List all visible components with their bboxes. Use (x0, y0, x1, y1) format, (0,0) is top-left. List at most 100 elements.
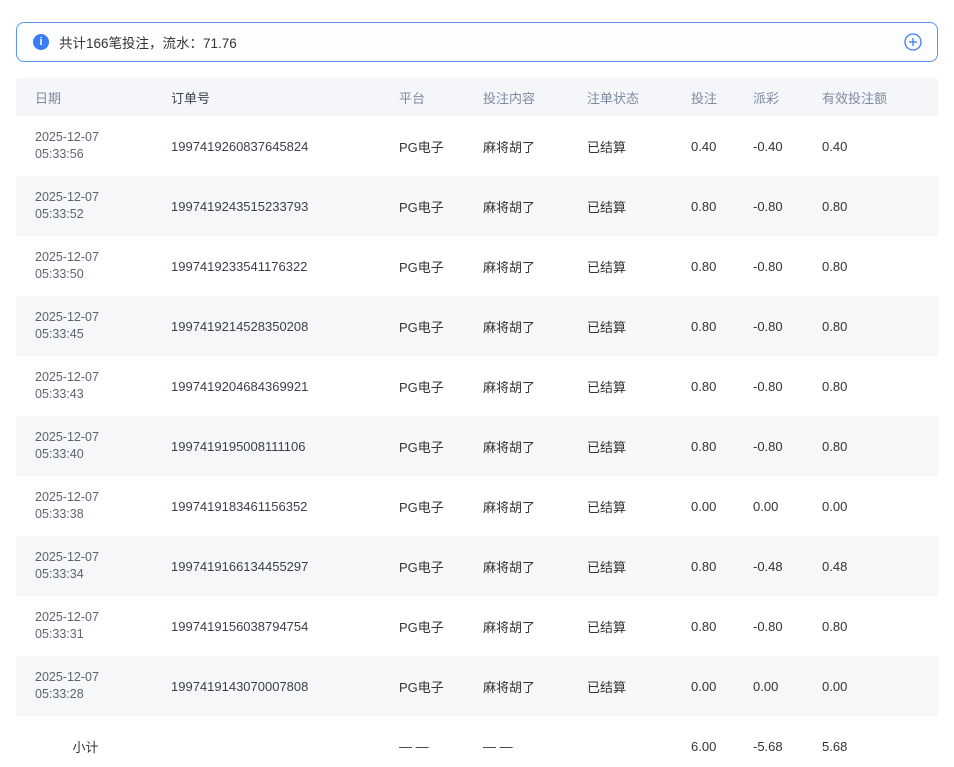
cell-date-day: 2025-12-07 (35, 369, 155, 386)
cell-valid-bet: 0.80 (806, 439, 938, 454)
cell-date-time: 05:33:50 (35, 266, 155, 283)
cell-date-time: 05:33:43 (35, 386, 155, 403)
cell-date-day: 2025-12-07 (35, 609, 155, 626)
cell-bet-content: 麻将胡了 (467, 497, 571, 516)
cell-payout: -0.80 (737, 379, 806, 394)
cell-date: 2025-12-07 05:33:52 (16, 189, 155, 223)
cell-order-number: 1997419143070007808 (155, 679, 383, 694)
info-icon: i (33, 34, 49, 50)
cell-status: 已结算 (571, 557, 675, 576)
cell-status: 已结算 (571, 377, 675, 396)
cell-valid-bet: 0.00 (806, 499, 938, 514)
cell-date-time: 05:33:38 (35, 506, 155, 523)
table-row: 2025-12-07 05:33:56 1997419260837645824 … (16, 116, 938, 176)
cell-date: 2025-12-07 05:33:31 (16, 609, 155, 643)
cell-bet-content: 麻将胡了 (467, 257, 571, 276)
cell-bet-amount: 0.40 (675, 139, 737, 154)
table-row: 2025-12-07 05:33:50 1997419233541176322 … (16, 236, 938, 296)
cell-bet-content: 麻将胡了 (467, 557, 571, 576)
table-row: 2025-12-07 05:33:45 1997419214528350208 … (16, 296, 938, 356)
header-platform: 平台 (383, 88, 467, 107)
cell-status: 已结算 (571, 497, 675, 516)
cell-platform: PG电子 (383, 377, 467, 396)
cell-date-time: 05:33:40 (35, 446, 155, 463)
cell-valid-bet: 0.00 (806, 679, 938, 694)
cell-date-time: 05:33:45 (35, 326, 155, 343)
cell-bet-amount: 0.00 (675, 499, 737, 514)
cell-status: 已结算 (571, 317, 675, 336)
cell-date-time: 05:33:34 (35, 566, 155, 583)
cell-status: 已结算 (571, 437, 675, 456)
cell-payout: -0.80 (737, 319, 806, 334)
cell-date-time: 05:33:31 (35, 626, 155, 643)
cell-order-number: 1997419166134455297 (155, 559, 383, 574)
header-valid-bet: 有效投注额 (806, 88, 938, 107)
cell-date-day: 2025-12-07 (35, 669, 155, 686)
cell-valid-bet: 0.48 (806, 559, 938, 574)
cell-status: 已结算 (571, 197, 675, 216)
cell-status: 已结算 (571, 617, 675, 636)
subtotal-row: 小计 — — — — 6.00 -5.68 5.68 (16, 716, 938, 767)
table-row: 2025-12-07 05:33:31 1997419156038794754 … (16, 596, 938, 656)
header-status: 注单状态 (571, 88, 675, 107)
header-content: 投注内容 (467, 88, 571, 107)
cell-date-day: 2025-12-07 (35, 249, 155, 266)
cell-order-number: 1997419156038794754 (155, 619, 383, 634)
cell-valid-bet: 0.40 (806, 139, 938, 154)
cell-bet-content: 麻将胡了 (467, 437, 571, 456)
cell-payout: -0.80 (737, 439, 806, 454)
cell-order-number: 1997419233541176322 (155, 259, 383, 274)
cell-platform: PG电子 (383, 497, 467, 516)
cell-bet-amount: 0.80 (675, 199, 737, 214)
cell-valid-bet: 0.80 (806, 259, 938, 274)
cell-payout: -0.80 (737, 619, 806, 634)
cell-payout: -0.80 (737, 259, 806, 274)
table-row: 2025-12-07 05:33:28 1997419143070007808 … (16, 656, 938, 716)
summary-banner: i 共计166笔投注，流水：71.76 (16, 22, 938, 62)
cell-date-day: 2025-12-07 (35, 429, 155, 446)
cell-bet-content: 麻将胡了 (467, 377, 571, 396)
cell-status: 已结算 (571, 677, 675, 696)
cell-bet-content: 麻将胡了 (467, 137, 571, 156)
cell-date: 2025-12-07 05:33:50 (16, 249, 155, 283)
cell-valid-bet: 0.80 (806, 619, 938, 634)
cell-valid-bet: 0.80 (806, 199, 938, 214)
cell-bet-amount: 0.80 (675, 619, 737, 634)
header-payout: 派彩 (737, 88, 806, 107)
cell-date-day: 2025-12-07 (35, 549, 155, 566)
cell-platform: PG电子 (383, 437, 467, 456)
cell-date: 2025-12-07 05:33:34 (16, 549, 155, 583)
cell-date-day: 2025-12-07 (35, 129, 155, 146)
header-order: 订单号 (155, 88, 383, 107)
cell-date: 2025-12-07 05:33:45 (16, 309, 155, 343)
cell-payout: -0.80 (737, 199, 806, 214)
cell-date: 2025-12-07 05:33:38 (16, 489, 155, 523)
cell-bet-content: 麻将胡了 (467, 197, 571, 216)
subtotal-payout: -5.68 (737, 739, 806, 754)
circle-plus-icon[interactable] (903, 32, 923, 52)
subtotal-label: 小计 (16, 737, 155, 756)
cell-order-number: 1997419195008111106 (155, 439, 383, 454)
cell-valid-bet: 0.80 (806, 319, 938, 334)
cell-payout: -0.40 (737, 139, 806, 154)
table-body: 2025-12-07 05:33:56 1997419260837645824 … (16, 116, 938, 716)
cell-date-time: 05:33:52 (35, 206, 155, 223)
header-bet: 投注 (675, 88, 737, 107)
cell-platform: PG电子 (383, 557, 467, 576)
cell-bet-amount: 0.80 (675, 379, 737, 394)
subtotal-bet: 6.00 (675, 739, 737, 754)
cell-order-number: 1997419204684369921 (155, 379, 383, 394)
betting-records-page: i 共计166笔投注，流水：71.76 日期 订单号 平台 投注内容 注单状态 … (0, 0, 954, 767)
cell-bet-amount: 0.80 (675, 319, 737, 334)
bets-table: 日期 订单号 平台 投注内容 注单状态 投注 派彩 有效投注额 2025-12-… (16, 78, 938, 767)
cell-platform: PG电子 (383, 257, 467, 276)
cell-payout: 0.00 (737, 499, 806, 514)
cell-order-number: 1997419260837645824 (155, 139, 383, 154)
cell-date: 2025-12-07 05:33:56 (16, 129, 155, 163)
cell-bet-content: 麻将胡了 (467, 677, 571, 696)
header-date: 日期 (16, 88, 155, 107)
cell-payout: -0.48 (737, 559, 806, 574)
cell-platform: PG电子 (383, 317, 467, 336)
cell-platform: PG电子 (383, 137, 467, 156)
cell-order-number: 1997419243515233793 (155, 199, 383, 214)
